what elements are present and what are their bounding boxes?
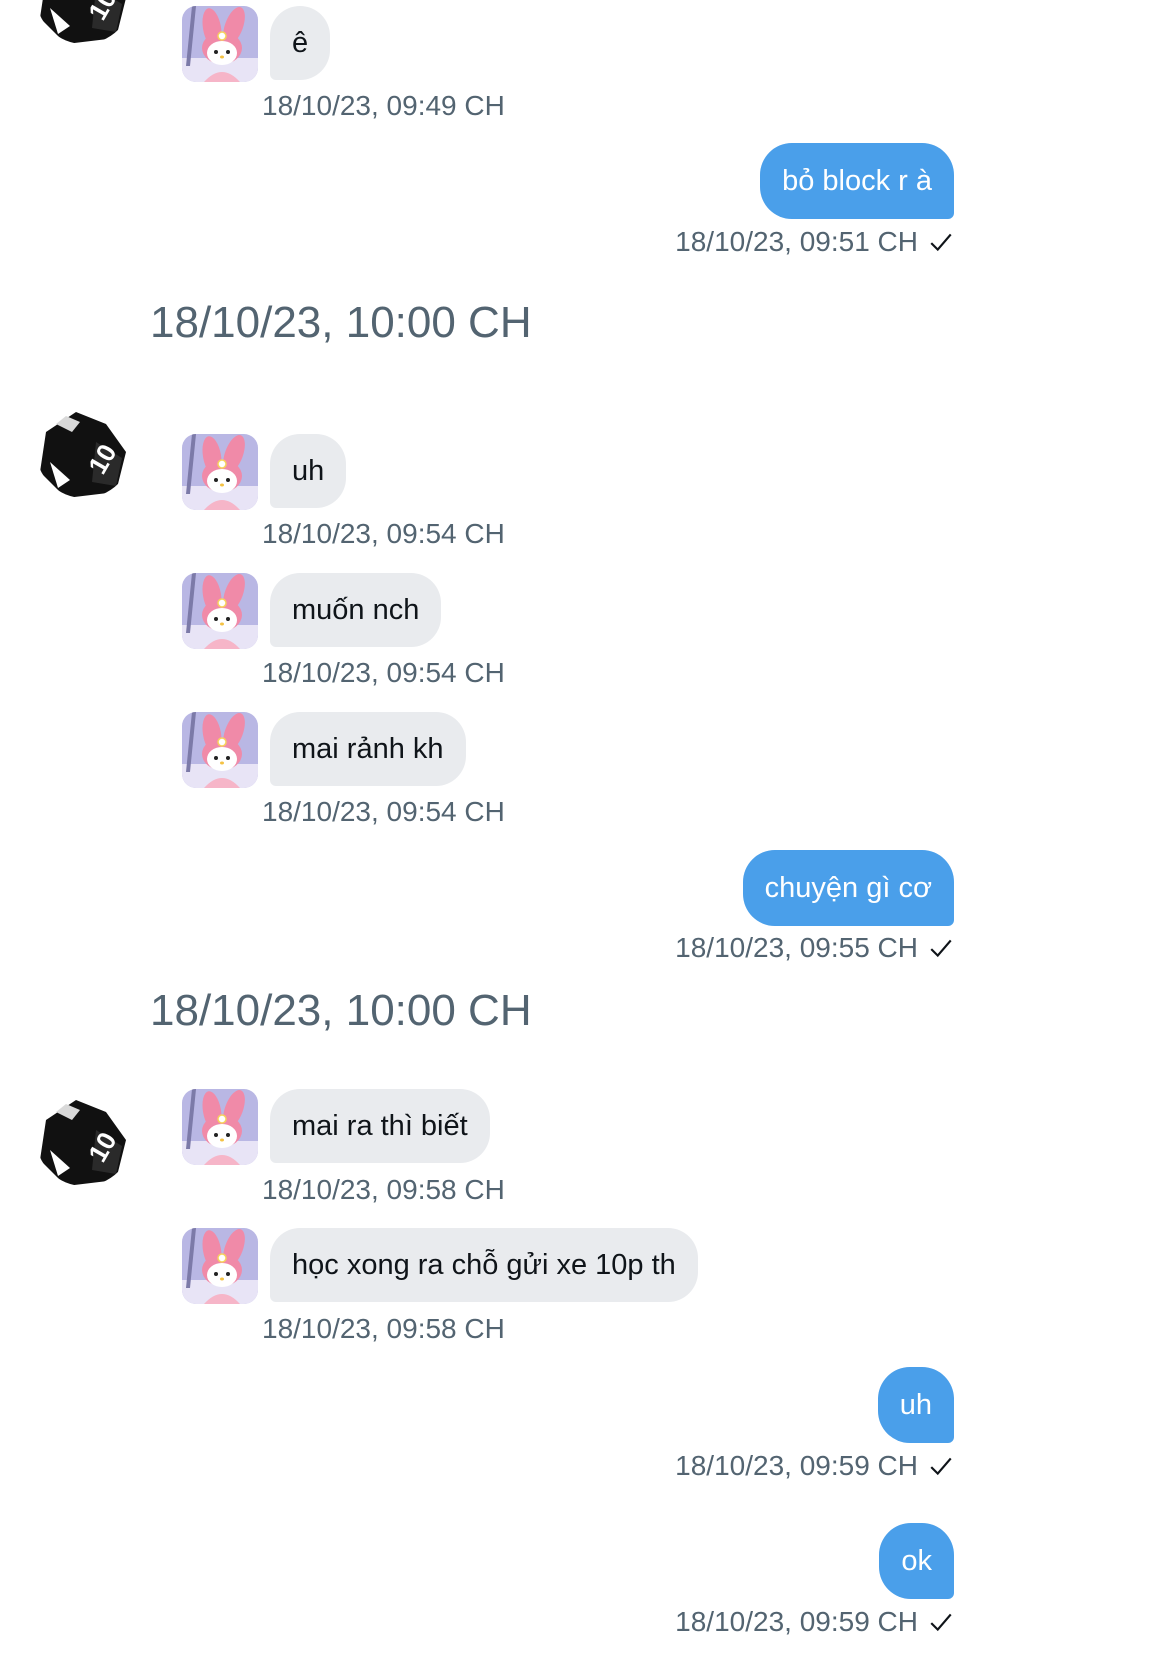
- sender-avatar[interactable]: [36, 0, 132, 44]
- received-message[interactable]: mai ra thì biết: [270, 1089, 490, 1163]
- message-timestamp-row: 18/10/23, 09:51 CH: [675, 226, 954, 258]
- sent-message[interactable]: ok: [879, 1523, 954, 1599]
- melody-avatar-icon: [182, 1089, 258, 1165]
- message-timestamp: 18/10/23, 09:59 CH: [675, 1450, 918, 1481]
- message-timestamp: 18/10/23, 09:55 CH: [675, 932, 918, 963]
- message-avatar[interactable]: [182, 1228, 258, 1304]
- message-timestamp-row: 18/10/23, 09:59 CH: [675, 1606, 954, 1638]
- message-timestamp: 18/10/23, 09:54 CH: [262, 796, 505, 827]
- melody-avatar-icon: [182, 1228, 258, 1304]
- message-timestamp: 18/10/23, 09:58 CH: [262, 1174, 505, 1205]
- kaiser-avatar-icon: [36, 0, 132, 44]
- melody-avatar-icon: [182, 712, 258, 788]
- message-avatar[interactable]: [182, 573, 258, 649]
- message-timestamp: 18/10/23, 09:51 CH: [675, 226, 918, 257]
- kaiser-avatar-icon: [36, 1090, 132, 1186]
- sent-message[interactable]: chuyện gì cơ: [742, 850, 954, 926]
- received-message[interactable]: muốn nch: [270, 573, 442, 647]
- received-message[interactable]: ê: [270, 6, 331, 80]
- message-timestamp-row: 18/10/23, 09:55 CH: [675, 932, 954, 964]
- message-timestamp: 18/10/23, 09:59 CH: [675, 1606, 918, 1637]
- message-avatar[interactable]: [182, 1089, 258, 1165]
- sent-message[interactable]: bỏ block r à: [760, 143, 954, 219]
- message-timestamp: 18/10/23, 09:54 CH: [262, 657, 505, 688]
- message-avatar[interactable]: [182, 434, 258, 510]
- check-icon: [928, 1609, 954, 1635]
- message-timestamp: 18/10/23, 09:58 CH: [262, 1313, 505, 1344]
- date-divider: 18/10/23, 10:00 CH: [150, 298, 532, 347]
- check-icon: [928, 935, 954, 961]
- melody-avatar-icon: [182, 573, 258, 649]
- message-avatar[interactable]: [182, 712, 258, 788]
- check-icon: [928, 229, 954, 255]
- melody-avatar-icon: [182, 434, 258, 510]
- date-divider: 18/10/23, 10:00 CH: [150, 986, 532, 1035]
- message-timestamp-row: 18/10/23, 09:59 CH: [675, 1450, 954, 1482]
- melody-avatar-icon: [182, 6, 258, 82]
- check-icon: [928, 1453, 954, 1479]
- received-message[interactable]: học xong ra chỗ gửi xe 10p th: [270, 1228, 698, 1302]
- sender-avatar[interactable]: [36, 402, 132, 498]
- received-message[interactable]: mai rảnh kh: [270, 712, 466, 786]
- sent-message[interactable]: uh: [877, 1367, 954, 1443]
- kaiser-avatar-icon: [36, 402, 132, 498]
- message-avatar[interactable]: [182, 6, 258, 82]
- message-timestamp: 18/10/23, 09:49 CH: [262, 90, 505, 121]
- received-message[interactable]: uh: [270, 434, 347, 508]
- message-timestamp: 18/10/23, 09:54 CH: [262, 518, 505, 549]
- sender-avatar[interactable]: [36, 1090, 132, 1186]
